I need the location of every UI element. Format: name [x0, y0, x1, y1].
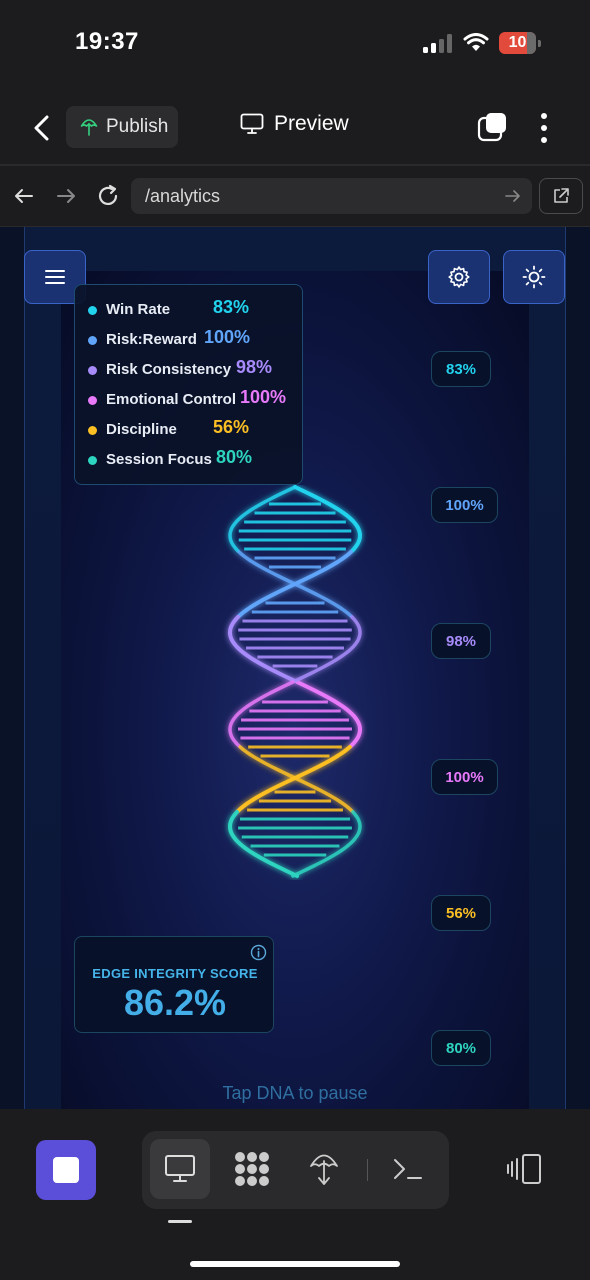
- legend-label: Session Focus: [106, 451, 212, 468]
- menu-icon: [45, 270, 65, 284]
- browser-bar: /analytics: [0, 166, 590, 226]
- tab-desktop-preview[interactable]: [150, 1139, 210, 1199]
- legend-item-win-rate: Win Rate 83%: [75, 297, 302, 327]
- legend-item-discipline: Discipline 56%: [75, 417, 302, 447]
- device-toggle-icon[interactable]: [506, 1153, 542, 1185]
- metric-badge-discipline: 56%: [431, 895, 491, 931]
- legend-item-session-focus: Session Focus 80%: [75, 447, 302, 477]
- metric-badge-win-rate: 83%: [431, 351, 491, 387]
- legend-label: Emotional Control: [106, 391, 236, 408]
- umbrella-icon: [80, 119, 98, 136]
- browser-forward-icon[interactable]: [54, 184, 78, 208]
- monitor-icon: [165, 1155, 195, 1182]
- stop-button[interactable]: [36, 1140, 96, 1200]
- preview-title[interactable]: Preview: [240, 112, 349, 136]
- external-link-icon: [554, 188, 569, 203]
- settings-button[interactable]: [428, 250, 490, 304]
- separator: [367, 1159, 368, 1181]
- app-top-bar: Publish Preview: [0, 90, 590, 164]
- tab-components[interactable]: [222, 1139, 282, 1199]
- status-bar: 19:37 10: [0, 0, 590, 90]
- publish-button[interactable]: Publish: [66, 106, 178, 148]
- legend-value: 80%: [216, 447, 253, 467]
- dna-strand-segment: [237, 550, 353, 618]
- preview-label: Preview: [274, 112, 349, 135]
- home-indicator: [190, 1261, 400, 1267]
- legend-label: Risk:Reward: [106, 331, 197, 348]
- gear-icon: [448, 266, 470, 288]
- legend-value: 56%: [213, 417, 250, 437]
- legend-item-risk-consistency: Risk Consistency 98%: [75, 357, 302, 387]
- score-title: EDGE INTEGRITY SCORE: [92, 966, 258, 981]
- status-time: 19:37: [75, 28, 139, 55]
- dna-strand-segment: [227, 810, 300, 878]
- legend-dot: [88, 426, 97, 435]
- legend-dot: [88, 396, 97, 405]
- legend-value: 98%: [236, 357, 273, 377]
- dna-strand-segment: [228, 680, 295, 748]
- info-icon[interactable]: [250, 944, 267, 961]
- app-viewport: Win Rate 83% Risk:Reward 100% Risk Consi…: [0, 227, 590, 1109]
- tap-hint: Tap DNA to pause: [222, 1083, 368, 1103]
- tab-publish[interactable]: [294, 1139, 354, 1199]
- url-bar[interactable]: /analytics: [131, 178, 532, 214]
- legend-label: Win Rate: [106, 301, 171, 318]
- legend-dot: [88, 306, 97, 315]
- legend-dot: [88, 456, 97, 465]
- sun-icon: [522, 265, 546, 289]
- tab-terminal[interactable]: [378, 1139, 438, 1199]
- stop-icon: [53, 1157, 79, 1183]
- metric-badge-risk-reward: 100%: [431, 487, 498, 523]
- url-text: /analytics: [145, 186, 221, 206]
- metrics-legend: Win Rate 83% Risk:Reward 100% Risk Consi…: [74, 284, 303, 485]
- legend-item-emotional-control: Emotional Control 100%: [75, 387, 302, 417]
- publish-label: Publish: [106, 116, 169, 137]
- back-button[interactable]: [30, 114, 54, 142]
- wifi-icon: [463, 33, 489, 51]
- legend-label: Risk Consistency: [106, 361, 232, 378]
- active-tab-indicator: [168, 1220, 192, 1223]
- legend-value: 83%: [213, 297, 250, 317]
- browser-back-icon[interactable]: [12, 184, 36, 208]
- legend-label: Discipline: [106, 421, 177, 438]
- metric-badge-risk-consistency: 98%: [431, 623, 491, 659]
- open-external-button[interactable]: [539, 178, 583, 214]
- legend-value: 100%: [240, 387, 287, 407]
- theme-toggle-button[interactable]: [503, 250, 565, 304]
- terminal-icon: [394, 1159, 422, 1179]
- battery-icon: 10: [499, 32, 541, 54]
- score-value: 86.2%: [123, 982, 227, 1023]
- dna-strand-segment: [295, 680, 363, 748]
- metric-badge-emotional-control: 100%: [431, 759, 498, 795]
- monitor-icon: [240, 113, 264, 134]
- go-arrow-icon[interactable]: [504, 187, 522, 205]
- legend-dot: [88, 336, 97, 345]
- legend-value: 100%: [204, 327, 251, 347]
- tabs-icon[interactable]: [477, 112, 507, 142]
- blob-grid-icon: [235, 1152, 269, 1186]
- metric-badge-session-focus: 80%: [431, 1030, 491, 1066]
- dna-strand-segment: [291, 810, 362, 878]
- mode-switcher: [142, 1131, 449, 1209]
- legend-dot: [88, 366, 97, 375]
- umbrella-icon: [310, 1154, 338, 1185]
- battery-level: 10: [508, 34, 527, 51]
- dna-helix[interactable]: [205, 485, 385, 880]
- legend-item-risk-reward: Risk:Reward 100%: [75, 327, 302, 357]
- reload-icon[interactable]: [96, 184, 120, 208]
- more-options-icon[interactable]: [536, 112, 552, 144]
- bottom-toolbar: [0, 1109, 590, 1280]
- cellular-signal-icon: [423, 33, 453, 53]
- edge-integrity-score-card: EDGE INTEGRITY SCORE 86.2%: [74, 936, 274, 1033]
